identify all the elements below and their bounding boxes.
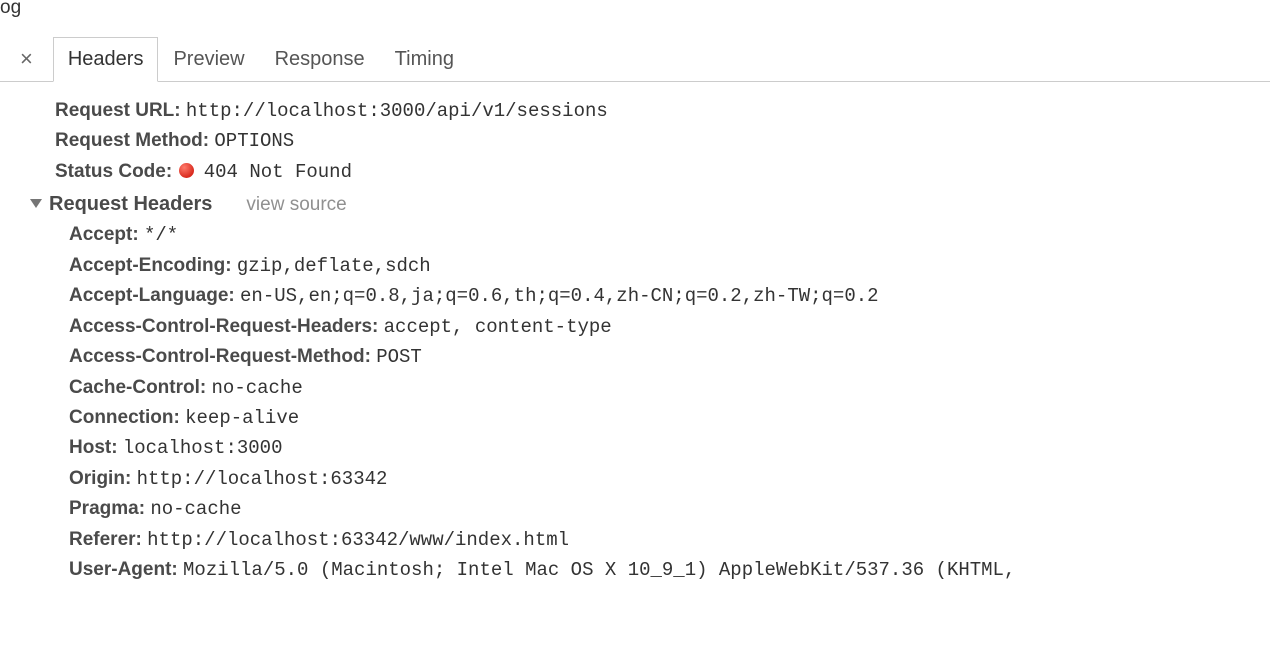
- accept-encoding-label: Accept-Encoding:: [69, 255, 232, 276]
- acr-headers-value: accept, content-type: [384, 316, 612, 338]
- connection-value: keep-alive: [185, 407, 299, 429]
- user-agent-value: Mozilla/5.0 (Macintosh; Intel Mac OS X 1…: [183, 559, 1015, 581]
- tab-preview[interactable]: Preview: [158, 37, 259, 82]
- request-url-label: Request URL:: [55, 100, 181, 121]
- tab-timing[interactable]: Timing: [380, 37, 469, 82]
- accept-language-label: Accept-Language:: [69, 285, 235, 306]
- acr-headers-row: Access-Control-Request-Headers: accept, …: [69, 312, 1270, 342]
- host-row: Host: localhost:3000: [69, 433, 1270, 463]
- origin-value: http://localhost:63342: [137, 468, 388, 490]
- chevron-down-icon: [30, 199, 42, 208]
- referer-row: Referer: http://localhost:63342/www/inde…: [69, 525, 1270, 555]
- status-dot-icon: [179, 163, 194, 178]
- request-method-row: Request Method: OPTIONS: [55, 126, 1270, 156]
- host-value: localhost:3000: [123, 437, 283, 459]
- accept-language-value: en-US,en;q=0.8,ja;q=0.6,th;q=0.4,zh-CN;q…: [240, 285, 879, 307]
- accept-encoding-value: gzip,deflate,sdch: [237, 255, 431, 277]
- origin-label: Origin:: [69, 468, 131, 489]
- pragma-row: Pragma: no-cache: [69, 494, 1270, 524]
- accept-label: Accept:: [69, 224, 139, 245]
- pragma-value: no-cache: [150, 498, 241, 520]
- cache-control-row: Cache-Control: no-cache: [69, 373, 1270, 403]
- referer-label: Referer:: [69, 529, 142, 550]
- accept-value: */*: [144, 224, 178, 246]
- connection-label: Connection:: [69, 407, 180, 428]
- truncated-text: og: [0, 0, 21, 19]
- request-url-row: Request URL: http://localhost:3000/api/v…: [55, 96, 1270, 126]
- status-code-row: Status Code: 404 Not Found: [55, 157, 1270, 187]
- referer-value: http://localhost:63342/www/index.html: [147, 529, 569, 551]
- close-icon[interactable]: ×: [14, 42, 43, 76]
- accept-language-row: Accept-Language: en-US,en;q=0.8,ja;q=0.6…: [69, 281, 1270, 311]
- tabs-row: × Headers Preview Response Timing: [0, 36, 1270, 82]
- accept-row: Accept: */*: [69, 220, 1270, 250]
- view-source-link[interactable]: view source: [246, 190, 346, 219]
- pragma-label: Pragma:: [69, 498, 145, 519]
- status-code-value: 404 Not Found: [204, 161, 352, 183]
- host-label: Host:: [69, 437, 118, 458]
- cache-control-value: no-cache: [212, 377, 303, 399]
- acr-method-label: Access-Control-Request-Method:: [69, 346, 371, 367]
- cache-control-label: Cache-Control:: [69, 377, 206, 398]
- request-url-value: http://localhost:3000/api/v1/sessions: [186, 100, 608, 122]
- acr-method-row: Access-Control-Request-Method: POST: [69, 342, 1270, 372]
- request-method-label: Request Method:: [55, 130, 209, 151]
- acr-headers-label: Access-Control-Request-Headers:: [69, 316, 378, 337]
- accept-encoding-row: Accept-Encoding: gzip,deflate,sdch: [69, 251, 1270, 281]
- request-headers-title: Request Headers: [49, 189, 212, 220]
- origin-row: Origin: http://localhost:63342: [69, 464, 1270, 494]
- status-code-label: Status Code:: [55, 161, 172, 182]
- connection-row: Connection: keep-alive: [69, 403, 1270, 433]
- request-headers-section[interactable]: Request Headers view source: [30, 189, 1270, 220]
- request-method-value: OPTIONS: [214, 130, 294, 152]
- headers-content: Request URL: http://localhost:3000/api/v…: [0, 82, 1270, 586]
- user-agent-label: User-Agent:: [69, 559, 178, 580]
- user-agent-row: User-Agent: Mozilla/5.0 (Macintosh; Inte…: [69, 555, 1270, 585]
- tab-headers[interactable]: Headers: [53, 37, 159, 82]
- acr-method-value: POST: [376, 346, 422, 368]
- request-headers-list: Accept: */* Accept-Encoding: gzip,deflat…: [55, 220, 1270, 585]
- tab-response[interactable]: Response: [260, 37, 380, 82]
